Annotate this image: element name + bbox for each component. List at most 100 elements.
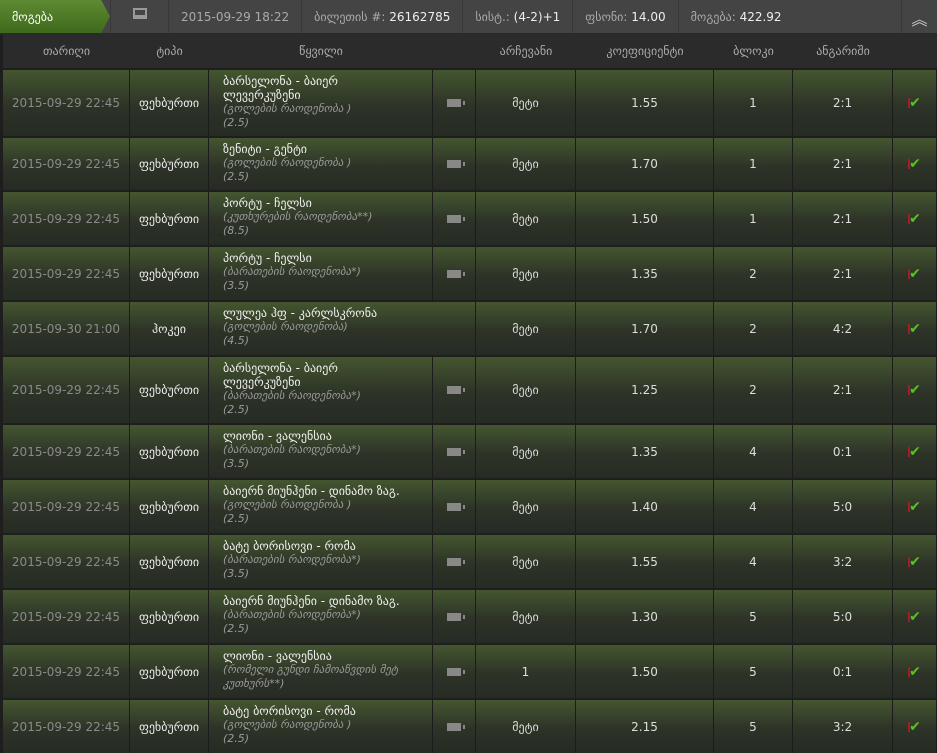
row-date: 2015-09-29 22:45 (3, 480, 130, 533)
won-check-icon: ✔ (893, 480, 937, 533)
video-camera-icon (447, 667, 465, 676)
row-date: 2015-09-29 22:45 (3, 192, 130, 245)
row-pick: მეტი (476, 480, 576, 533)
col-odds: კოეფიციენტი (606, 44, 684, 58)
row-block: 2 (714, 302, 793, 355)
row-pick: მეტი (476, 302, 576, 355)
row-event: პორტუ - ჩელსი (ბარათების რაოდენობა*) (3.5) (209, 247, 433, 300)
ticket-number: ბილეთის #: 26162785 (301, 0, 462, 33)
video-camera-icon (447, 557, 465, 566)
row-odds: 1.35 (576, 247, 714, 300)
row-event: ბატე ბორისოვი - რომა (გოლების რაოდენობა )… (209, 700, 433, 753)
row-date: 2015-09-29 22:45 (3, 700, 130, 753)
won-check-icon: ✔ (893, 535, 937, 588)
col-score: ანგარიში (816, 44, 870, 58)
row-odds: 1.30 (576, 590, 714, 643)
table-row[interactable]: 2015-09-29 22:45 ფეხბურთი ზენიტი - გენტი… (3, 138, 937, 190)
row-pick: მეტი (476, 192, 576, 245)
row-score: 2:1 (793, 192, 893, 245)
row-odds: 1.55 (576, 535, 714, 588)
row-block: 4 (714, 480, 793, 533)
row-date: 2015-09-29 22:45 (3, 138, 130, 190)
row-score: 2:1 (793, 247, 893, 300)
table-row[interactable]: 2015-09-29 22:45 ფეხბურთი პორტუ - ჩელსი(… (3, 247, 937, 300)
video-button[interactable] (433, 247, 476, 300)
won-check-icon: ✔ (893, 700, 937, 753)
table-row[interactable]: 2015-09-30 21:00 ჰოკეი ლულეა ჰფ - კარლსკ… (3, 302, 937, 355)
table-row[interactable]: 2015-09-29 22:45 ფეხბურთი პორტუ - ჩელსი(… (3, 192, 937, 245)
device-icon (110, 0, 168, 33)
row-score: 5:0 (793, 480, 893, 533)
row-sport: ფეხბურთი (130, 700, 209, 753)
ticket-header: მოგება 2015-09-29 18:22 ბილეთის #: 26162… (0, 0, 937, 35)
video-button[interactable] (433, 480, 476, 533)
table-row[interactable]: 2015-09-29 22:45 ფეხბურთი ბაიერნ მიუნჰენ… (3, 590, 937, 643)
video-button[interactable] (433, 645, 476, 698)
system-type: სისტ.: (4-2)+1 (462, 0, 572, 33)
row-event: ლიონი - ვალენსია (რომელი გუნდი ჩამოაწვდის… (209, 645, 433, 698)
video-button[interactable] (433, 590, 476, 643)
table-row[interactable]: 2015-09-29 22:45 ფეხბურთი ლიონი - ვალენს… (3, 645, 937, 698)
won-check-icon: ✔ (893, 645, 937, 698)
row-date: 2015-09-30 21:00 (3, 302, 130, 355)
table-row[interactable]: 2015-09-29 22:45 ფეხბურთი ბატე ბორისოვი … (3, 700, 937, 753)
video-button[interactable] (433, 70, 476, 136)
video-camera-icon (447, 502, 465, 511)
row-date: 2015-09-29 22:45 (3, 425, 130, 478)
won-check-icon: ✔ (893, 138, 937, 190)
row-block: 5 (714, 590, 793, 643)
row-score: 2:1 (793, 70, 893, 136)
row-date: 2015-09-29 22:45 (3, 357, 130, 423)
row-score: 5:0 (793, 590, 893, 643)
row-block: 2 (714, 247, 793, 300)
row-pick: მეტი (476, 357, 576, 423)
won-check-icon: ✔ (893, 357, 937, 423)
stake: ფსონი: 14.00 (572, 0, 677, 33)
row-pick: მეტი (476, 590, 576, 643)
row-block: 4 (714, 425, 793, 478)
row-sport: ფეხბურთი (130, 480, 209, 533)
video-camera-icon (447, 269, 465, 278)
row-event: ზენიტი - გენტი (გოლების რაოდენობა ) (2.5) (209, 138, 433, 190)
row-sport: ჰოკეი (130, 302, 209, 355)
video-button[interactable] (433, 138, 476, 190)
table-row[interactable]: 2015-09-29 22:45 ფეხბურთი ბარსელონა - ბა… (3, 357, 937, 423)
row-sport: ფეხბურთი (130, 645, 209, 698)
video-button[interactable] (433, 700, 476, 753)
row-odds: 1.70 (576, 138, 714, 190)
video-camera-icon (447, 160, 465, 168)
video-button[interactable] (433, 425, 476, 478)
table-header: თარიღი ტიპი წყვილი არჩევანი კოეფიციენტი … (3, 35, 937, 68)
video-button[interactable] (433, 357, 476, 423)
collapse-chevron-icon[interactable]: ︽ (901, 0, 937, 33)
row-event: ბატე ბორისოვი - რომა (ბარათების რაოდენობა… (209, 535, 433, 588)
row-event: ლულეა ჰფ - კარლსკრონა (გოლების რაოდენობა)… (209, 302, 476, 355)
row-date: 2015-09-29 22:45 (3, 590, 130, 643)
col-pick: არჩევანი (499, 44, 553, 58)
row-pick: მეტი (476, 535, 576, 588)
row-score: 2:1 (793, 138, 893, 190)
table-row[interactable]: 2015-09-29 22:45 ფეხბურთი ბარსელონა - ბა… (3, 70, 937, 136)
row-score: 0:1 (793, 645, 893, 698)
row-event: ბაიერნ მიუნჰენი - დინამო ზაგ. (გოლების რა… (209, 480, 433, 533)
video-camera-icon (447, 214, 465, 223)
video-button[interactable] (433, 535, 476, 588)
table-row[interactable]: 2015-09-29 22:45 ფეხბურთი ბატე ბორისოვი … (3, 535, 937, 588)
row-odds: 1.70 (576, 302, 714, 355)
row-sport: ფეხბურთი (130, 425, 209, 478)
row-odds: 1.55 (576, 70, 714, 136)
video-button[interactable] (433, 192, 476, 245)
row-pick: მეტი (476, 70, 576, 136)
table-row[interactable]: 2015-09-29 22:45 ფეხბურთი ლიონი - ვალენს… (3, 425, 937, 478)
row-block: 5 (714, 700, 793, 753)
row-pick: მეტი (476, 138, 576, 190)
row-score: 4:2 (793, 302, 893, 355)
won-check-icon: ✔ (893, 247, 937, 300)
row-date: 2015-09-29 22:45 (3, 70, 130, 136)
row-pick: მეტი (476, 700, 576, 753)
win-amount: მოგება: 422.92 (677, 0, 901, 33)
row-pick: 1 (476, 645, 576, 698)
col-type: ტიპი (156, 44, 183, 58)
row-sport: ფეხბურთი (130, 192, 209, 245)
table-row[interactable]: 2015-09-29 22:45 ფეხბურთი ბაიერნ მიუნჰენ… (3, 480, 937, 533)
